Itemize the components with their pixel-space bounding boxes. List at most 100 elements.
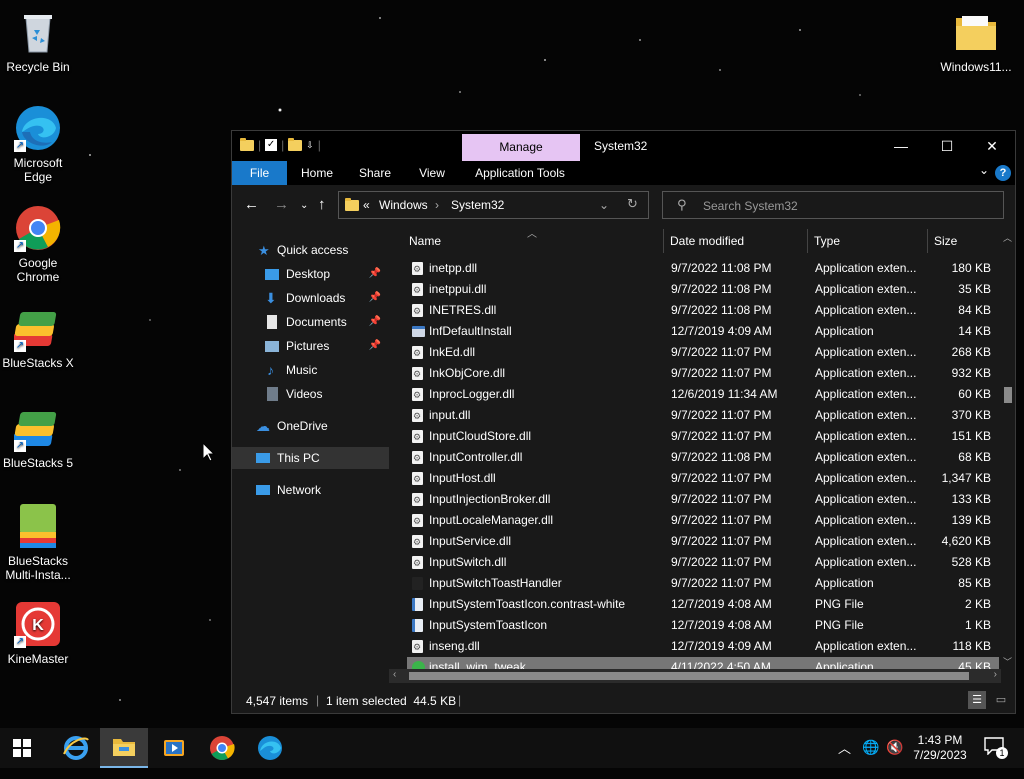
file-row[interactable]: InputHost.dll 9/7/2022 11:07 PM Applicatio…	[407, 468, 997, 490]
scrollbar-thumb[interactable]	[1004, 387, 1012, 403]
tab-view[interactable]: View	[407, 161, 457, 185]
recent-locations-button[interactable]: ⌄	[300, 200, 308, 211]
chrome-taskbar-icon[interactable]	[208, 734, 236, 762]
volume-muted-icon[interactable]: 🔇	[886, 739, 903, 779]
minimize-button[interactable]: —	[878, 131, 924, 161]
nav-documents[interactable]: Documents 📌	[232, 311, 389, 333]
column-separator[interactable]	[663, 229, 664, 253]
file-row[interactable]: InputSwitch.dll 9/7/2022 11:07 PM Applicat…	[407, 552, 997, 574]
pin-icon[interactable]: 📌	[369, 263, 381, 285]
refresh-icon[interactable]: ↻	[627, 196, 638, 212]
file-row[interactable]: InputLocaleManager.dll 9/7/2022 11:07 PM A…	[407, 510, 997, 532]
nav-onedrive[interactable]: ☁ OneDrive	[232, 415, 389, 437]
file-row[interactable]: InkEd.dll 9/7/2022 11:07 PM Application ex…	[407, 342, 997, 364]
column-size[interactable]: Size	[934, 233, 957, 255]
properties-icon[interactable]: ✓	[265, 139, 278, 151]
media-player-icon[interactable]	[160, 734, 188, 762]
breadcrumb-system32[interactable]: System32	[451, 198, 504, 212]
breadcrumb-overflow[interactable]: «	[363, 198, 370, 212]
nav-network[interactable]: Network	[232, 479, 389, 501]
details-view-icon[interactable]: ☰	[968, 691, 986, 709]
horizontal-scrollbar[interactable]: ‹ ›	[389, 669, 1001, 683]
file-explorer-window: | ✓ | ⇩ | Manage System32 — ☐ ✕ File Hom…	[231, 130, 1016, 714]
file-row[interactable]: inetppui.dll 9/7/2022 11:08 PM Application…	[407, 279, 997, 301]
scroll-left-icon[interactable]: ‹	[393, 669, 396, 680]
file-row[interactable]: inseng.dll 12/7/2019 4:09 AM Application e…	[407, 636, 997, 658]
desktop-icon-edge[interactable]: ↗ Microsoft Edge	[0, 104, 76, 184]
pin-icon[interactable]: 📌	[369, 335, 381, 357]
internet-explorer-icon[interactable]	[62, 734, 90, 762]
scroll-right-icon[interactable]: ›	[994, 669, 997, 680]
file-row[interactable]: InputSwitchToastHandler 9/7/2022 11:07 PM…	[407, 573, 997, 594]
start-windows-icon[interactable]	[12, 738, 32, 758]
desktop-icon-recycle-bin[interactable]: Recycle Bin	[0, 8, 76, 74]
tab-application-tools[interactable]: Application Tools	[464, 161, 576, 185]
file-name: InputCloudStore.dll	[429, 429, 532, 443]
file-row[interactable]: InputService.dll 9/7/2022 11:07 PM Applica…	[407, 531, 997, 553]
column-name[interactable]: Name	[409, 233, 441, 255]
forward-button[interactable]: →	[274, 196, 289, 213]
nav-videos[interactable]: Videos	[232, 383, 389, 405]
show-hidden-icons-button[interactable]: ︿	[838, 738, 851, 778]
nav-desktop[interactable]: Desktop 📌	[232, 263, 389, 285]
notification-center-button[interactable]: 1	[984, 737, 1008, 759]
file-row[interactable]: InputController.dll 9/7/2022 11:08 PM Appl…	[407, 447, 997, 469]
address-bar[interactable]: « Windows › System32 ⌄ ↻	[338, 191, 649, 219]
title-bar[interactable]: | ✓ | ⇩ | Manage System32 — ☐ ✕	[232, 131, 1015, 161]
pin-icon[interactable]: 📌	[369, 287, 381, 309]
close-button[interactable]: ✕	[969, 131, 1015, 161]
desktop-icon-windows11-folder[interactable]: Windows11...	[936, 8, 1016, 74]
column-type[interactable]: Type	[814, 233, 840, 255]
maximize-button[interactable]: ☐	[924, 131, 970, 161]
tab-file[interactable]: File	[232, 161, 287, 185]
desktop-icon-bluestacks-x[interactable]: ↗ BlueStacks X	[0, 304, 76, 370]
file-row[interactable]: input.dll 9/7/2022 11:07 PM Application ex…	[407, 405, 997, 427]
file-row[interactable]: InputSystemToastIcon 12/7/2019 4:08 AM PNG…	[407, 615, 997, 636]
edge-taskbar-icon[interactable]	[256, 734, 284, 762]
network-globe-icon[interactable]: 🌐	[862, 739, 879, 779]
pin-icon[interactable]: 📌	[369, 311, 381, 333]
clock[interactable]: 1:43 PM 7/29/2023	[912, 733, 968, 773]
nav-downloads[interactable]: ⬇ Downloads 📌	[232, 287, 389, 309]
file-row[interactable]: InputCloudStore.dll 9/7/2022 11:07 PM Appl…	[407, 426, 997, 448]
desktop-icon-chrome[interactable]: ↗ Google Chrome	[0, 204, 76, 284]
file-row[interactable]: INETRES.dll 9/7/2022 11:08 PM Application …	[407, 300, 997, 322]
nav-this-pc[interactable]: This PC	[232, 447, 389, 469]
desktop-icon-bluestacks-multi[interactable]: BlueStacks Multi-Insta...	[0, 502, 76, 582]
desktop-icon-bluestacks-5[interactable]: ↗ BlueStacks 5	[0, 404, 76, 470]
tab-share[interactable]: Share	[350, 161, 400, 185]
file-row[interactable]: inetpp.dll 9/7/2022 11:08 PM Application e…	[407, 258, 997, 280]
search-input[interactable]: Search System32	[703, 199, 798, 213]
tab-home[interactable]: Home	[292, 161, 342, 185]
file-size: 85 KB	[958, 576, 991, 590]
file-row[interactable]: InputInjectionBroker.dll 9/7/2022 11:07 P…	[407, 489, 997, 511]
vertical-scrollbar[interactable]: ︿ ﹀	[1001, 227, 1015, 669]
large-icons-view-icon[interactable]: ▭	[992, 691, 1010, 709]
nav-music[interactable]: ♪ Music	[232, 359, 389, 381]
file-type: Application exten...	[815, 366, 917, 380]
desktop-icon-kinemaster[interactable]: K ↗ KineMaster	[0, 600, 76, 666]
file-row[interactable]: InkObjCore.dll 9/7/2022 11:07 PM Applicati…	[407, 363, 997, 385]
back-button[interactable]: ←	[244, 196, 259, 213]
new-folder-icon[interactable]	[288, 137, 303, 151]
breadcrumb-windows[interactable]: Windows	[379, 198, 428, 212]
file-row[interactable]: InprocLogger.dll 12/6/2019 11:34 AM Applic…	[407, 384, 997, 406]
scroll-down-icon[interactable]: ﹀	[1003, 655, 1012, 668]
scrollbar-thumb[interactable]	[409, 672, 969, 680]
address-dropdown-icon[interactable]: ⌄	[599, 198, 609, 212]
column-separator[interactable]	[807, 229, 808, 253]
up-button[interactable]: ↑	[318, 196, 326, 213]
search-box[interactable]: ⚲ Search System32	[662, 191, 1004, 219]
file-explorer-taskbar-button[interactable]	[100, 728, 148, 768]
column-date-modified[interactable]: Date modified	[670, 233, 744, 255]
manage-tab[interactable]: Manage	[462, 134, 580, 161]
nav-quick-access[interactable]: ★ Quick access	[232, 239, 389, 261]
chevron-down-icon[interactable]: ⌄	[979, 163, 989, 177]
help-icon[interactable]: ?	[995, 165, 1011, 181]
file-row[interactable]: InputSystemToastIcon.contrast-white 12/7/…	[407, 594, 997, 615]
scroll-up-icon[interactable]: ︿	[1003, 231, 1012, 244]
column-separator[interactable]	[927, 229, 928, 253]
customize-toolbar-icon[interactable]: ⇩	[306, 140, 314, 151]
nav-pictures[interactable]: Pictures 📌	[232, 335, 389, 357]
file-row[interactable]: InfDefaultInstall 12/7/2019 4:09 AM Applic…	[407, 321, 997, 342]
